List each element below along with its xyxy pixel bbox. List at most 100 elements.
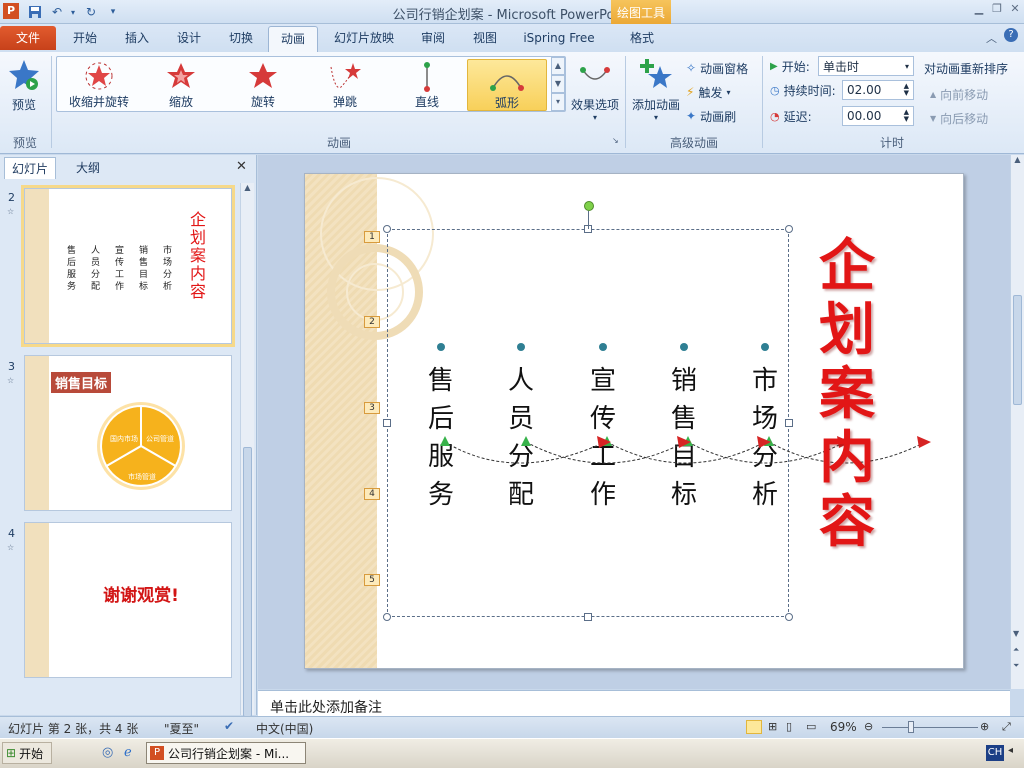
tab-animations[interactable]: 动画 — [268, 26, 318, 52]
notes-pane[interactable]: 单击此处添加备注 — [258, 690, 1010, 716]
start-label: 开始 — [19, 746, 44, 761]
start-select[interactable]: 单击时 ▾ — [818, 56, 914, 76]
animation-painter-button[interactable]: ✦ 动画刷 — [686, 106, 736, 126]
previous-slide-icon[interactable]: ⏶ — [1013, 645, 1019, 655]
add-animation-button[interactable]: 添加动画 ▾ — [630, 56, 682, 130]
thumb-number: 2 — [8, 191, 15, 204]
move-later-button[interactable]: ▼ 向后移动 — [930, 108, 988, 128]
spin-arrows-icon[interactable]: ▲ ▼ — [904, 83, 909, 97]
input-language-indicator[interactable]: CH — [986, 745, 1004, 761]
slide-thumb-3[interactable]: 销售目标 国内市场 公司管道 市场管道 — [24, 355, 232, 511]
tab-design[interactable]: 设计 — [166, 26, 212, 52]
windows-flag-icon: ⊞ — [6, 746, 17, 760]
gallery-scroll-up-icon[interactable]: ▲ — [551, 57, 565, 75]
clock-icon: ◷ — [770, 83, 780, 97]
gallery-scroll-down-icon[interactable]: ▼ — [551, 75, 565, 93]
scroll-thumb[interactable] — [243, 447, 252, 717]
slide-canvas[interactable]: 1 2 3 4 5 售后服务 人员分配 宣传工作 销售目标 市场分析 企划案内容 — [304, 173, 964, 669]
anim-zoom[interactable]: 缩放 — [141, 59, 221, 111]
tab-ispring-free[interactable]: iSpring Free — [516, 26, 602, 52]
zoom-out-icon[interactable]: ⊖ — [864, 720, 873, 733]
help-icon[interactable]: ? — [1004, 28, 1018, 42]
slide-sorter-icon[interactable]: ⊞ — [768, 720, 777, 733]
thumb-title: 企划案内容 — [190, 210, 207, 301]
anim-label: 弹跳 — [332, 95, 357, 109]
move-earlier-label: 向前移动 — [940, 87, 989, 102]
scroll-thumb[interactable] — [1013, 295, 1022, 405]
tab-format[interactable]: 格式 — [616, 26, 668, 52]
scroll-down-icon[interactable]: ▼ — [1013, 629, 1019, 638]
scroll-up-icon[interactable]: ▲ — [241, 183, 254, 192]
duration-stepper[interactable]: 02.00 ▲ ▼ — [842, 80, 914, 100]
next-slide-icon[interactable]: ⏷ — [1013, 661, 1019, 671]
thumb-bar — [25, 189, 49, 343]
dialog-launcher-icon[interactable]: ↘ — [612, 136, 619, 145]
animation-pane-button[interactable]: ✧ 动画窗格 — [686, 58, 748, 78]
collapse-ribbon-icon[interactable]: ︿ — [986, 30, 997, 46]
minimize-icon[interactable]: ▁ — [970, 2, 988, 16]
start-button[interactable]: ⊞ 开始 — [2, 742, 52, 764]
chevron-down-icon: ▾ — [904, 61, 909, 71]
zoom-slider-track[interactable] — [882, 727, 978, 728]
slide-thumb-2[interactable]: 售后服务 人员分配 宣传工作 销售目标 市场分析 企划案内容 — [21, 185, 235, 347]
tray-icon[interactable]: ◂ — [1008, 745, 1013, 756]
reading-view-icon[interactable]: ▯ — [786, 720, 792, 733]
zoom-level[interactable]: 69% — [830, 720, 857, 734]
chevron-down-icon: ▾ — [592, 113, 597, 122]
gallery-more-icon[interactable]: ▾ — [551, 93, 565, 111]
spin-arrows-icon[interactable]: ▲ ▼ — [904, 109, 909, 123]
animation-star-icon: ☆ — [7, 543, 15, 552]
tab-insert[interactable]: 插入 — [114, 26, 160, 52]
delay-row: ◔ 延迟: — [770, 106, 812, 126]
taskbar: ⊞ 开始 ◎ ℯ P 公司行销企划案 - Mi... CH ◂ — [0, 738, 1024, 768]
tab-review[interactable]: 审阅 — [410, 26, 456, 52]
trigger-button[interactable]: ⚡ 触发 ▾ — [686, 82, 730, 102]
anim-label: 弧形 — [494, 96, 519, 110]
thumb-title: 销售目标 — [51, 372, 112, 393]
close-panel-icon[interactable]: ✕ — [236, 159, 247, 174]
editor-scrollbar[interactable]: ▲ ▼ ⏶ ⏷ — [1010, 155, 1024, 689]
thumb-col: 售后服务 — [67, 246, 77, 292]
scroll-up-icon[interactable]: ▲ — [1011, 155, 1024, 164]
status-bar: 幻灯片 第 2 张，共 4 张 "夏至" ✔ 中文(中国) ⊞ ▯ ▭ 69% … — [0, 716, 1024, 738]
quick-launch-icon[interactable]: ◎ — [102, 745, 113, 760]
slides-scrollbar[interactable]: ▲ — [240, 183, 254, 717]
tab-view[interactable]: 视图 — [462, 26, 508, 52]
anim-bounce[interactable]: 弹跳 — [305, 59, 385, 111]
move-earlier-button[interactable]: ▲ 向前移动 — [930, 84, 988, 104]
spellcheck-icon[interactable]: ✔ — [224, 719, 234, 733]
window-title: 公司行销企划案 - Microsoft PowerPoint — [392, 8, 632, 23]
tab-slides[interactable]: 幻灯片 — [4, 157, 56, 179]
zoom-in-icon[interactable]: ⊕ — [980, 720, 989, 733]
taskbar-item-powerpoint[interactable]: P 公司行销企划案 - Mi... — [146, 742, 306, 764]
animation-pane-label: 动画窗格 — [700, 61, 749, 76]
anim-line[interactable]: 直线 — [387, 59, 467, 111]
chevron-down-icon: ▾ — [653, 113, 658, 122]
slide-title[interactable]: 企划案内容 — [817, 234, 877, 554]
group-animation-label: 动画 — [326, 136, 351, 150]
browser-icon[interactable]: ℯ — [124, 745, 132, 760]
fit-to-window-icon[interactable]: ⤢ — [1002, 720, 1011, 734]
tab-slide-show[interactable]: 幻灯片放映 — [326, 26, 402, 52]
normal-view-icon[interactable] — [746, 720, 762, 734]
group-timing-label: 计时 — [879, 136, 904, 150]
restore-icon[interactable]: ❐ — [988, 2, 1006, 16]
tab-home[interactable]: 开始 — [62, 26, 108, 52]
anim-arc[interactable]: 弧形 — [467, 59, 547, 111]
delay-stepper[interactable]: 00.00 ▲ ▼ — [842, 106, 914, 126]
theme-name[interactable]: "夏至" — [164, 720, 199, 737]
close-icon[interactable]: ✕ — [1006, 2, 1024, 16]
zoom-slider-thumb[interactable] — [908, 721, 914, 733]
slide-thumb-4[interactable]: 谢谢观赏! — [24, 522, 232, 678]
thumb-number: 3 — [8, 360, 15, 373]
preview-button[interactable]: 预览 — [4, 56, 44, 130]
tab-transitions[interactable]: 切换 — [218, 26, 264, 52]
anim-shrink-turn[interactable]: 收缩并旋转 — [59, 59, 139, 111]
tab-outline[interactable]: 大纲 — [60, 157, 116, 179]
anim-spin[interactable]: 旋转 — [223, 59, 303, 111]
effect-options-button[interactable]: 效果选项 ▾ — [568, 56, 622, 130]
slideshow-icon[interactable]: ▭ — [806, 720, 816, 733]
animation-painter-icon: ✦ — [686, 109, 697, 123]
tab-file[interactable]: 文件 — [0, 26, 56, 50]
language[interactable]: 中文(中国) — [256, 720, 313, 737]
